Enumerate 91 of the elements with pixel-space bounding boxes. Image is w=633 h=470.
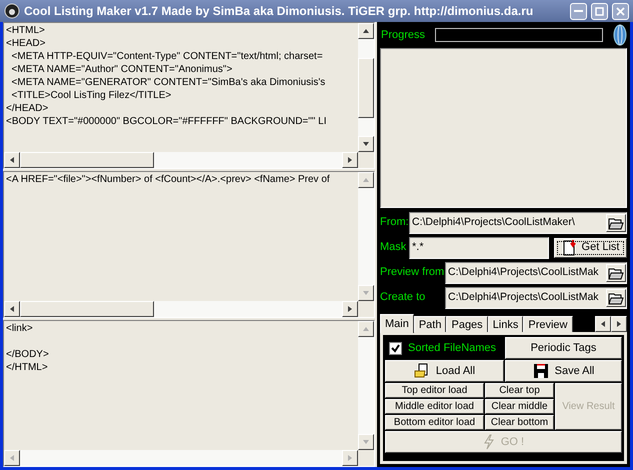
scroll-arrow-button[interactable] bbox=[4, 450, 20, 466]
scroll-arrow-button[interactable] bbox=[4, 152, 20, 168]
arrow-left-icon bbox=[8, 454, 16, 462]
scroll-arrow-button[interactable] bbox=[342, 301, 358, 317]
folder-document-icon bbox=[414, 363, 430, 379]
arrow-right-icon bbox=[346, 305, 354, 313]
path-field[interactable]: C:\Delphi4\Projects\CoolListMaker\ bbox=[409, 212, 627, 234]
arrow-down-icon bbox=[362, 438, 370, 446]
scroll-arrow-button[interactable] bbox=[358, 136, 374, 152]
vertical-scrollbar[interactable] bbox=[358, 172, 374, 301]
browse-button[interactable] bbox=[606, 264, 626, 282]
vertical-scrollbar[interactable] bbox=[358, 321, 374, 450]
vertical-scrollbar[interactable] bbox=[358, 23, 374, 152]
arrow-right-icon bbox=[346, 454, 354, 462]
close-button[interactable] bbox=[612, 2, 629, 20]
progress-label: Progress bbox=[381, 28, 426, 43]
scroll-arrow-button[interactable] bbox=[342, 450, 358, 466]
clear-editor-button[interactable]: Clear middle bbox=[485, 399, 554, 414]
path-value: C:\Delphi4\Projects\CoolListMak bbox=[448, 290, 599, 305]
editor-text: <A HREF="<file>"><fNumber> of <fCount></A>.<prev> <fName> Prev of bbox=[6, 173, 330, 186]
text-editor[interactable] bbox=[3, 22, 375, 169]
arrow-left-icon bbox=[599, 320, 607, 328]
arrow-up-icon bbox=[362, 27, 370, 35]
arrow-up-icon bbox=[362, 176, 370, 184]
arrow-right-icon bbox=[615, 320, 623, 328]
scroll-arrow-button[interactable] bbox=[358, 321, 374, 337]
horizontal-scrollbar[interactable] bbox=[4, 301, 358, 317]
close-icon bbox=[616, 6, 625, 16]
folder-icon bbox=[608, 290, 624, 304]
get-list-button[interactable]: Get List bbox=[554, 238, 627, 258]
tab[interactable]: Pages bbox=[446, 316, 488, 332]
editor-text: <HTML> <HEAD> <META HTTP-EQUIV="Content-Type" CONTENT="text/html; charset= <META NAME="Author" CONTENT="Anonimus"> <META NAME="GENERATOR" CONTENT="SimBa's aka Dimoniusis's <TITLE>Cool LisTing Filez</TITLE> </HEAD> <BODY TEXT="#000000" BGCOLOR="#FFFFFF" BACKGROUND="" LI bbox=[6, 24, 326, 128]
scroll-arrow-button[interactable] bbox=[611, 316, 627, 332]
scroll-thumb[interactable] bbox=[358, 58, 374, 118]
lightning-icon bbox=[482, 434, 495, 450]
arrow-down-icon bbox=[362, 140, 370, 148]
scroll-arrow-button[interactable] bbox=[342, 152, 358, 168]
browse-button[interactable] bbox=[606, 214, 626, 232]
field-label: Mask bbox=[380, 240, 408, 256]
field-label: Preview from bbox=[380, 265, 444, 280]
editor-load-button[interactable]: Middle editor load bbox=[385, 399, 484, 414]
mask-field[interactable]: *.* bbox=[409, 236, 549, 258]
load-all-button[interactable]: Load All bbox=[385, 360, 504, 382]
arrow-right-icon bbox=[346, 156, 354, 164]
tab[interactable]: Main bbox=[380, 314, 414, 333]
scroll-arrow-button[interactable] bbox=[358, 285, 374, 301]
app-icon bbox=[4, 3, 20, 19]
tab[interactable]: Preview bbox=[523, 316, 572, 332]
globe-icon bbox=[613, 24, 627, 46]
scroll-thumb[interactable] bbox=[20, 152, 154, 168]
field-label: Create to bbox=[380, 290, 426, 306]
arrow-left-icon bbox=[8, 305, 16, 313]
save-all-button[interactable]: Save All bbox=[505, 360, 622, 382]
check-icon bbox=[391, 344, 400, 352]
document-icon bbox=[562, 240, 578, 256]
path-field[interactable]: C:\Delphi4\Projects\CoolListMak bbox=[445, 286, 627, 308]
text-editor[interactable]: <link> </BODY> </HTML> bbox=[3, 320, 375, 467]
window-title: Cool Listing Maker v1.7 Made by SimBa aka Dimoniusis. TiGER grp. http://dimonius.da.ru bbox=[24, 3, 534, 20]
horizontal-scrollbar[interactable] bbox=[4, 450, 358, 466]
maximize-icon bbox=[595, 6, 604, 16]
scroll-arrow-button[interactable] bbox=[4, 301, 20, 317]
clear-editor-button[interactable]: Clear bottom bbox=[485, 415, 554, 430]
checkbox-label: Sorted FileNames bbox=[408, 340, 496, 356]
horizontal-scrollbar[interactable] bbox=[4, 152, 358, 168]
minimize-button[interactable] bbox=[570, 2, 587, 20]
clear-editor-button[interactable]: Clear top bbox=[485, 383, 554, 398]
tab[interactable]: Path bbox=[414, 316, 446, 332]
text-editor[interactable]: <A HREF="<file>"><fNumber> of <fCount></A>.<prev> <fName> Prev of bbox=[3, 171, 375, 318]
arrow-up-icon bbox=[362, 325, 370, 333]
minimize-icon bbox=[574, 10, 583, 12]
scroll-arrow-button[interactable] bbox=[595, 316, 611, 332]
scroll-arrow-button[interactable] bbox=[358, 23, 374, 39]
arrow-left-icon bbox=[8, 156, 16, 164]
field-label: From: bbox=[380, 215, 408, 230]
scroll-arrow-button[interactable] bbox=[358, 434, 374, 450]
path-field[interactable]: C:\Delphi4\Projects\CoolListMak bbox=[445, 262, 627, 284]
tab[interactable]: Links bbox=[488, 316, 524, 332]
path-value: C:\Delphi4\Projects\CoolListMaker\ bbox=[412, 214, 575, 230]
scroll-thumb[interactable] bbox=[20, 301, 154, 317]
folder-icon bbox=[608, 216, 624, 230]
folder-icon bbox=[608, 266, 624, 280]
editor-text: <link> </BODY> </HTML> bbox=[6, 322, 49, 374]
periodic-tags-button[interactable]: Periodic Tags bbox=[505, 337, 622, 359]
checkbox[interactable] bbox=[389, 342, 402, 354]
maximize-button[interactable] bbox=[591, 2, 608, 20]
editor-load-button[interactable]: Top editor load bbox=[385, 383, 484, 398]
editor-load-button[interactable]: Bottom editor load bbox=[385, 415, 484, 430]
browse-button[interactable] bbox=[606, 288, 626, 306]
arrow-down-icon bbox=[362, 289, 370, 297]
path-value: C:\Delphi4\Projects\CoolListMak bbox=[448, 264, 599, 280]
scroll-arrow-button[interactable] bbox=[358, 172, 374, 188]
